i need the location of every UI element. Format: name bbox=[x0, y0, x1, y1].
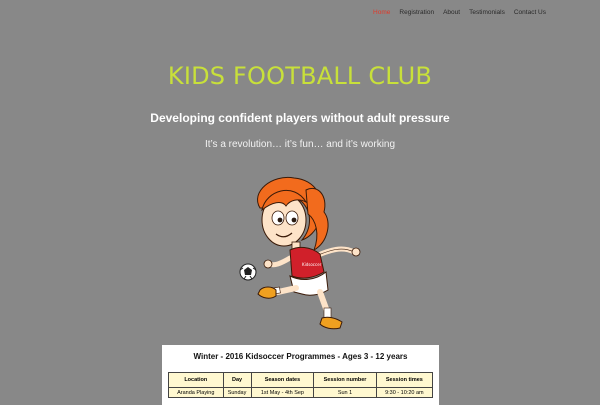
col-day: Day bbox=[222, 372, 252, 388]
programme-title: Winter - 2016 Kidsoccer Programmes - Age… bbox=[193, 352, 408, 361]
nav-contact-us[interactable]: Contact Us bbox=[514, 9, 546, 17]
table-row: Aranda Playing Sunday 1st May - 4th Sep … bbox=[168, 387, 434, 398]
hero-subtitle: Developing confident players without adu… bbox=[150, 111, 450, 125]
svg-text:Kidsoccer: Kidsoccer bbox=[302, 262, 322, 267]
table-header-row: Location Day Season dates Session number… bbox=[168, 372, 434, 388]
main-nav: Home Registration About Testimonials Con… bbox=[364, 9, 546, 17]
nav-home[interactable]: Home bbox=[373, 9, 390, 17]
site-title: KIDS FOOTBALL CLUB bbox=[167, 62, 433, 90]
col-location: Location bbox=[168, 372, 224, 388]
col-session-times: Session times bbox=[375, 372, 434, 388]
cell-day: Sunday bbox=[222, 387, 252, 398]
col-session-number: Session number bbox=[313, 372, 377, 388]
nav-testimonials[interactable]: Testimonials bbox=[469, 9, 505, 17]
programme-panel: Winter - 2016 Kidsoccer Programmes - Age… bbox=[162, 345, 439, 405]
nav-about[interactable]: About bbox=[443, 9, 460, 17]
cell-session-number: Sun 1 bbox=[313, 387, 377, 398]
cell-season-dates: 1st May - 4th Sep bbox=[250, 387, 315, 398]
programme-table: Location Day Season dates Session number… bbox=[168, 372, 434, 398]
hero-tagline: It’s a revolution… it’s fun… and it’s wo… bbox=[204, 139, 396, 150]
girl-kicking-soccer-ball-illustration: Kidsoccer bbox=[239, 176, 361, 330]
cell-location: Aranda Playing bbox=[168, 387, 224, 398]
cell-session-times: 9:30 - 10:20 am bbox=[375, 387, 434, 398]
col-season-dates: Season dates bbox=[250, 372, 315, 388]
nav-registration[interactable]: Registration bbox=[399, 9, 434, 17]
